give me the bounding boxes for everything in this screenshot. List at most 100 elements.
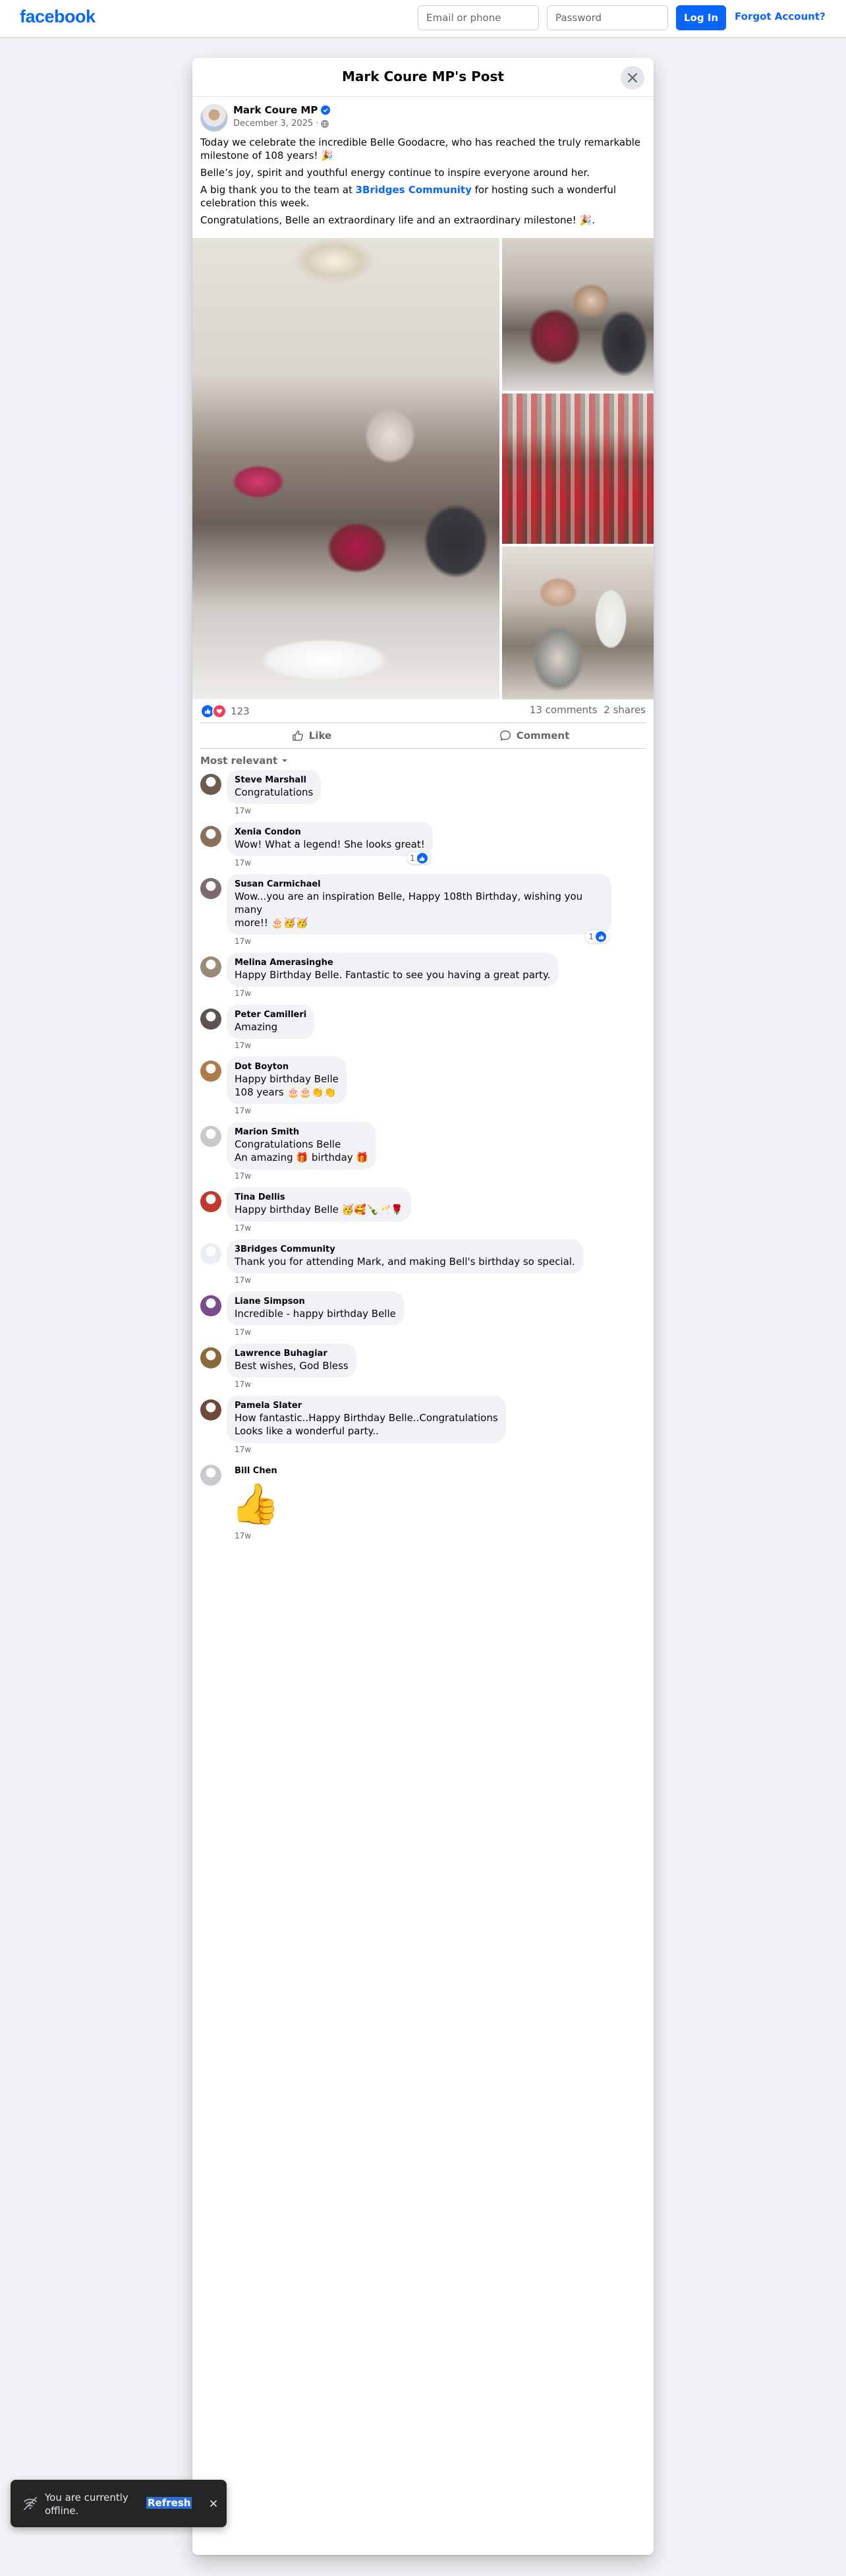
comment-timestamp[interactable]: 17w — [235, 1171, 646, 1181]
thumbs-up-sticker: 👍 — [231, 1481, 280, 1527]
dialog-header: Mark Coure MP's Post — [192, 58, 654, 97]
comment-timestamp[interactable]: 17w — [235, 1328, 646, 1337]
author-name[interactable]: Mark Coure MP — [233, 104, 318, 116]
comment-item: Bill Chen 👍 17w — [200, 1461, 646, 1540]
close-icon — [627, 73, 638, 83]
reaction-summary[interactable]: 123 — [200, 704, 250, 718]
commenter-name[interactable]: Marion Smith — [235, 1127, 368, 1138]
facebook-logo[interactable]: facebook — [20, 7, 96, 27]
photo-thumbnail[interactable] — [502, 238, 654, 391]
comment-body: Pamela Slater How fantastic..Happy Birthd… — [227, 1395, 646, 1454]
post-author[interactable]: Mark Coure MP — [233, 104, 331, 116]
comment-reaction-badge[interactable]: 1 — [407, 852, 430, 864]
like-reaction-icon — [596, 931, 606, 942]
commenter-avatar[interactable] — [200, 1399, 221, 1420]
commenter-name[interactable]: Bill Chen — [227, 1461, 646, 1479]
comment-item: Steve Marshall Congratulations 17w — [200, 770, 646, 815]
comment-bubble: Liane Simpson Incredible - happy birthday… — [227, 1291, 404, 1326]
comment-reaction-badge[interactable]: 1 — [586, 931, 609, 943]
photo-thumbnail[interactable] — [502, 394, 654, 544]
comment-timestamp[interactable]: 17w — [235, 1275, 646, 1285]
globe-icon — [321, 119, 329, 128]
commenter-avatar[interactable] — [200, 1009, 221, 1030]
comment-timestamp[interactable]: 17w — [235, 1531, 646, 1540]
shares-count-link[interactable]: 2 shares — [604, 704, 646, 716]
toast-close-button[interactable] — [207, 2497, 220, 2510]
comment-timestamp[interactable]: 17w — [235, 806, 646, 815]
comment-bubble: Susan Carmichael Wow...you are an inspira… — [227, 874, 611, 943]
commenter-avatar[interactable] — [200, 826, 221, 847]
comment-item: Susan Carmichael Wow...you are an inspira… — [200, 874, 646, 946]
commenter-avatar[interactable] — [200, 1243, 221, 1264]
commenter-name[interactable]: Steve Marshall — [235, 775, 313, 786]
comment-text: Wow! What a legend! She looks great! — [235, 838, 425, 850]
comment-timestamp[interactable]: 17w — [235, 937, 646, 946]
email-or-phone-input[interactable] — [418, 5, 539, 30]
post-date-text[interactable]: December 3, 2025 — [233, 119, 313, 129]
commenter-avatar[interactable] — [200, 878, 221, 899]
photo-thumbnail[interactable] — [502, 546, 654, 699]
photo-grid — [192, 238, 654, 699]
comment-body: Tina Dellis Happy birthday Belle 🥳🥰🍾🥂🌹 17w — [227, 1187, 646, 1233]
sort-label: Most relevant — [200, 755, 278, 767]
close-button[interactable] — [621, 66, 644, 90]
commenter-avatar[interactable] — [200, 774, 221, 795]
comment-bubble: Marion Smith Congratulations Belle An amaz… — [227, 1122, 377, 1169]
comments-count-link[interactable]: 13 comments — [530, 704, 598, 716]
comment-list: Steve Marshall Congratulations 17w Xenia Co… — [200, 770, 646, 1547]
author-avatar[interactable] — [200, 104, 228, 132]
commenter-name[interactable]: Xenia Condon — [235, 827, 425, 838]
comment-timestamp[interactable]: 17w — [235, 858, 646, 867]
comment-body: Peter Camilleri Amazing 17w — [227, 1005, 646, 1050]
comment-timestamp[interactable]: 17w — [235, 1380, 646, 1389]
main-photo-birthday-celebration[interactable] — [192, 238, 499, 699]
password-input[interactable] — [547, 5, 668, 30]
comment-button-label: Comment — [516, 730, 570, 742]
comment-body: Lawrence Buhagiar Best wishes, God Bless 1… — [227, 1343, 646, 1389]
comment-timestamp[interactable]: 17w — [235, 989, 646, 998]
comment-timestamp[interactable]: 17w — [235, 1445, 646, 1454]
log-in-button[interactable]: Log In — [676, 5, 726, 30]
comment-bubble: Xenia Condon Wow! What a legend! She look… — [227, 822, 433, 864]
3bridges-community-link[interactable]: 3Bridges Community — [356, 184, 472, 196]
comment-button[interactable]: Comment — [423, 723, 646, 748]
comment-body: 3Bridges Community Thank you for attendin… — [227, 1239, 646, 1285]
post-text: Today we celebrate the incredible Belle … — [200, 136, 646, 231]
comment-text: Best wishes, God Bless — [235, 1360, 349, 1372]
comment-text: Happy birthday Belle — [235, 1073, 339, 1085]
commenter-name[interactable]: Peter Camilleri — [235, 1010, 306, 1020]
refresh-button[interactable]: Refresh — [146, 2497, 192, 2509]
comment-reaction-count: 1 — [588, 932, 594, 941]
commenter-avatar[interactable] — [200, 1465, 221, 1486]
commenter-avatar[interactable] — [200, 1191, 221, 1212]
commenter-avatar[interactable] — [200, 1295, 221, 1316]
love-reaction-icon — [212, 704, 227, 718]
comments-shares-summary: 13 comments 2 shares — [530, 704, 646, 716]
comment-timestamp[interactable]: 17w — [235, 1041, 646, 1050]
comment-item: Lawrence Buhagiar Best wishes, God Bless 1… — [200, 1343, 646, 1389]
comment-text: Happy birthday Belle 🥳🥰🍾🥂🌹 — [235, 1204, 403, 1215]
commenter-avatar[interactable] — [200, 1126, 221, 1147]
commenter-name[interactable]: Susan Carmichael — [235, 879, 604, 890]
like-button[interactable]: Like — [200, 723, 423, 748]
comment-text: Incredible - happy birthday Belle — [235, 1308, 396, 1320]
commenter-name[interactable]: Melina Amerasinghe — [235, 958, 550, 968]
comment-timestamp[interactable]: 17w — [235, 1106, 646, 1115]
comment-text: Congratulations — [235, 786, 314, 798]
comment-body: Susan Carmichael Wow...you are an inspira… — [227, 874, 646, 946]
forgot-account-link[interactable]: Forgot Account? — [735, 11, 826, 22]
commenter-name[interactable]: Tina Dellis — [235, 1192, 403, 1203]
commenter-name[interactable]: Liane Simpson — [235, 1297, 396, 1307]
commenter-avatar[interactable] — [200, 956, 221, 978]
comment-bubble: Dot Boyton Happy birthday Belle 108 years … — [227, 1057, 347, 1104]
commenter-name[interactable]: Lawrence Buhagiar — [235, 1349, 349, 1359]
comment-sort-dropdown[interactable]: Most relevant — [200, 755, 288, 767]
commenter-avatar[interactable] — [200, 1347, 221, 1368]
commenter-name[interactable]: Pamela Slater — [235, 1401, 498, 1411]
commenter-avatar[interactable] — [200, 1061, 221, 1082]
comment-timestamp[interactable]: 17w — [235, 1223, 646, 1233]
commenter-name[interactable]: 3Bridges Community — [235, 1244, 575, 1255]
commenter-name[interactable]: Dot Boyton — [235, 1062, 339, 1072]
comment-item: Melina Amerasinghe Happy Birthday Belle. … — [200, 952, 646, 998]
comment-text: Wow...you are an inspiration Belle, Happ… — [235, 891, 583, 916]
